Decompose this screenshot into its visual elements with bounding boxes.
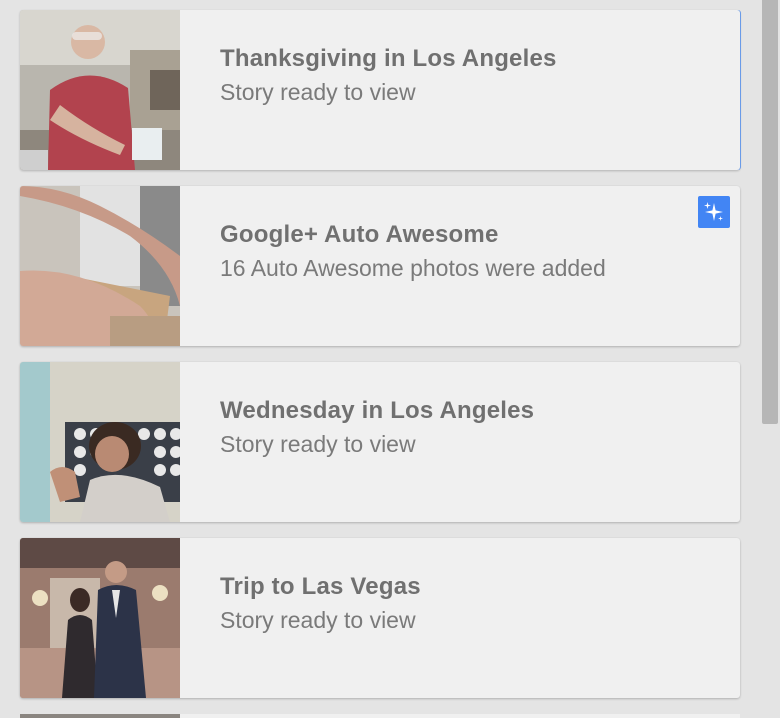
story-card-thanksgiving[interactable]: Thanksgiving in Los Angeles Story ready … xyxy=(20,10,740,170)
story-title: Google+ Auto Awesome xyxy=(220,221,499,248)
story-thumbnail xyxy=(20,186,180,346)
story-feed: Thanksgiving in Los Angeles Story ready … xyxy=(20,10,740,714)
story-subtitle: Story ready to view xyxy=(220,431,416,457)
story-subtitle: Story ready to view xyxy=(220,79,416,105)
story-title: Thanksgiving in Los Angeles xyxy=(220,45,557,72)
story-subtitle: Story ready to view xyxy=(220,607,416,633)
story-thumbnail xyxy=(20,538,180,698)
story-title: Wednesday in Los Angeles xyxy=(220,397,535,424)
story-card-wednesday[interactable]: Wednesday in Los Angeles Story ready to … xyxy=(20,362,740,522)
story-subtitle: 16 Auto Awesome photos were added xyxy=(220,255,606,281)
story-title: Trip to Las Vegas xyxy=(220,573,421,600)
story-thumbnail xyxy=(20,362,180,522)
next-story-card-partial[interactable] xyxy=(20,714,740,718)
story-thumbnail xyxy=(20,10,180,170)
scrollbar-thumb[interactable] xyxy=(762,0,778,424)
sparkle-icon xyxy=(704,202,723,221)
story-card-auto-awesome[interactable]: Google+ Auto Awesome 16 Auto Awesome pho… xyxy=(20,186,740,346)
auto-awesome-badge xyxy=(698,196,730,228)
scrollbar[interactable] xyxy=(760,0,780,716)
story-card-las-vegas[interactable]: Trip to Las Vegas Story ready to view xyxy=(20,538,740,698)
